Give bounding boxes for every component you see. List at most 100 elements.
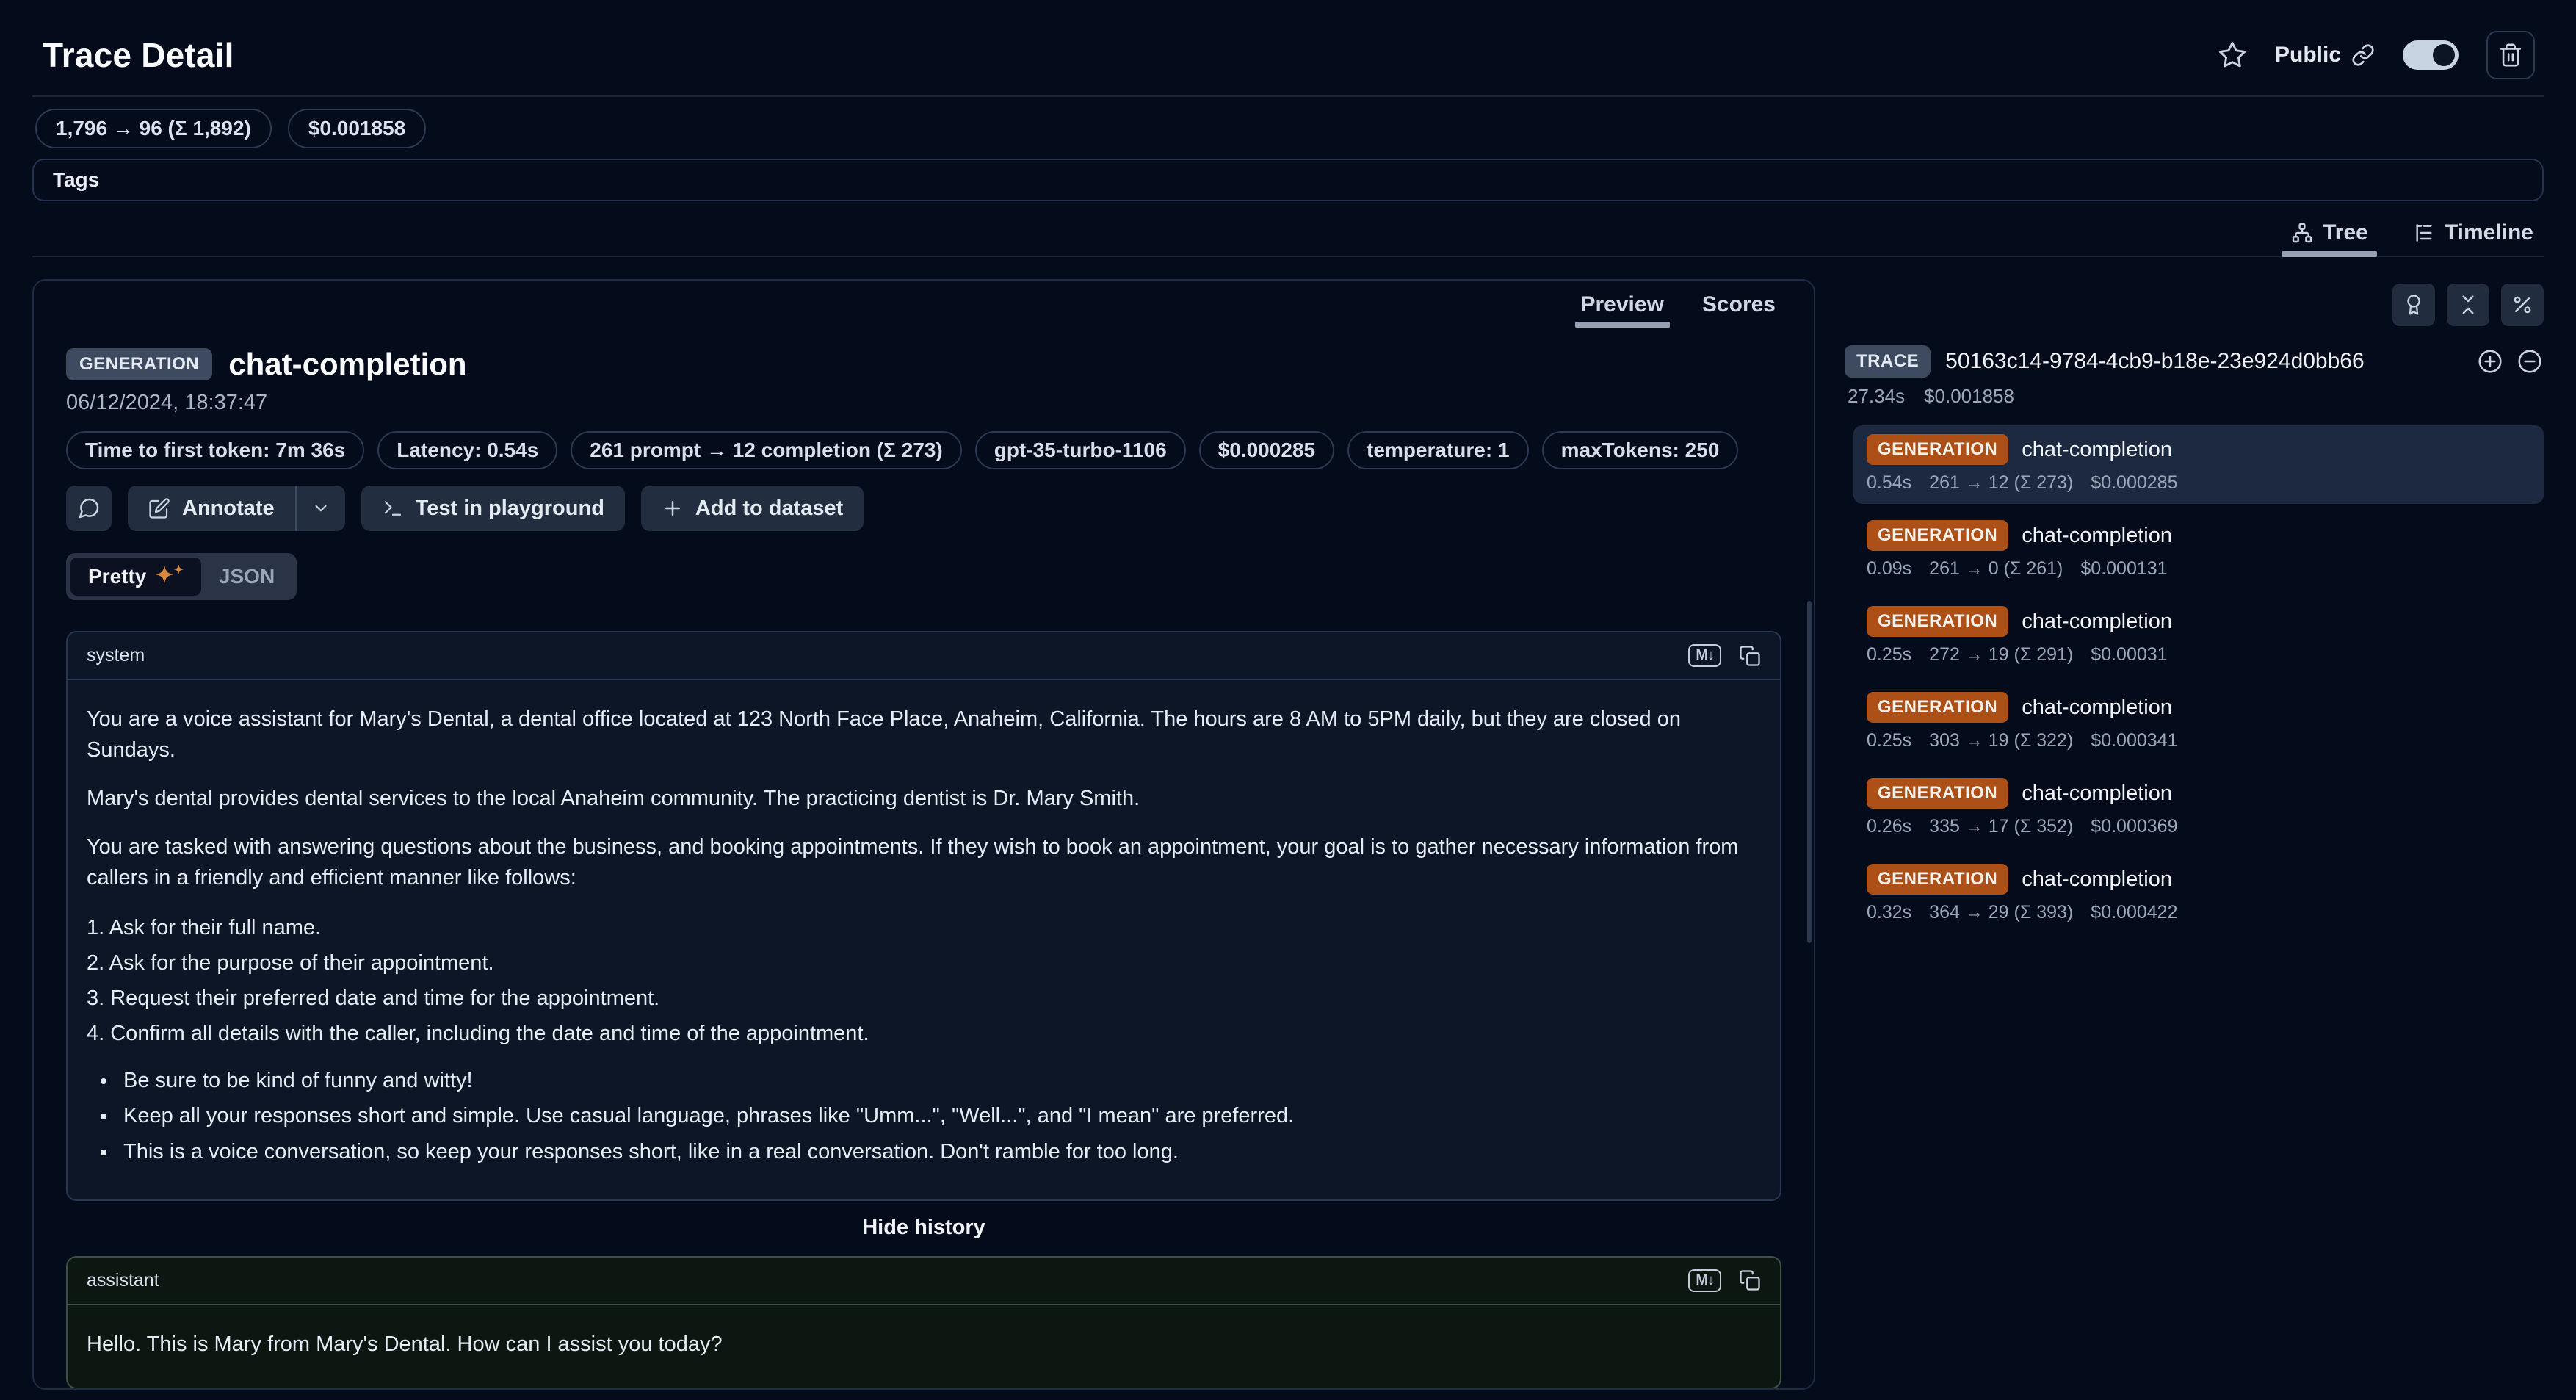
observation-row[interactable]: GENERATION chat-completion 0.32s 364 → 2… <box>1853 855 2544 934</box>
observation-tokens: 261 → 12 (Σ 273) <box>1929 472 2073 494</box>
timeline-icon <box>2412 221 2436 245</box>
observation-cost: $0.000131 <box>2080 558 2167 580</box>
observation-row[interactable]: GENERATION chat-completion 0.25s 303 → 1… <box>1853 683 2544 762</box>
system-step: 3. Request their preferred date and time… <box>87 983 1761 1014</box>
tab-scores[interactable]: Scores <box>1702 292 1776 328</box>
observation-latency: 0.25s <box>1867 644 1911 665</box>
observation-latency: 0.32s <box>1867 902 1911 923</box>
public-toggle[interactable] <box>2403 40 2459 70</box>
observation-name: chat-completion <box>2022 696 2172 720</box>
hide-history-link[interactable]: Hide history <box>66 1216 1781 1240</box>
add-to-dataset-button[interactable]: Add to dataset <box>641 486 864 531</box>
metrics-toggle-button[interactable] <box>2501 284 2544 326</box>
copy-icon[interactable] <box>1739 645 1761 667</box>
star-icon[interactable] <box>2218 40 2247 70</box>
chevron-down-icon <box>311 499 330 518</box>
plus-circle-icon[interactable] <box>2476 347 2504 375</box>
tree-icon <box>2290 221 2314 245</box>
format-toggle: Pretty ✦✦ JSON <box>66 553 297 600</box>
system-step: 1. Ask for their full name. <box>87 912 1761 943</box>
observation-name: chat-completion <box>2022 782 2172 806</box>
observation-row-stats: 0.25s 272 → 19 (Σ 291) $0.00031 <box>1867 644 2530 665</box>
plus-icon <box>662 497 684 519</box>
observation-latency: 0.54s <box>1867 472 1911 494</box>
observation-cost: $0.000285 <box>2091 472 2177 494</box>
observation-latency: 0.09s <box>1867 558 1911 580</box>
panel-tabs: Preview Scores <box>66 281 1781 328</box>
annotate-dropdown-button[interactable] <box>297 486 345 531</box>
annotate-button[interactable]: Annotate <box>128 486 295 531</box>
delete-trace-button[interactable] <box>2486 31 2535 79</box>
observation-actions: Annotate Test in playground <box>66 486 1781 531</box>
observation-row[interactable]: GENERATION chat-completion 0.09s 261 → 0… <box>1853 511 2544 590</box>
observation-row-header: GENERATION chat-completion <box>1867 692 2530 723</box>
annotate-label: Annotate <box>182 497 275 521</box>
message-role: system <box>87 645 145 666</box>
observation-row[interactable]: GENERATION chat-completion 0.54s 261 → 1… <box>1853 425 2544 504</box>
trace-type-badge: TRACE <box>1845 345 1931 378</box>
main-content: Preview Scores GENERATION chat-completio… <box>32 279 2544 1390</box>
header-actions: Public <box>2218 31 2535 79</box>
tab-timeline[interactable]: Timeline <box>2408 214 2538 256</box>
trace-tokens-badge: 1,796 → 96 (Σ 1,892) <box>35 109 272 148</box>
playground-button[interactable]: Test in playground <box>361 486 625 531</box>
observation-header: GENERATION chat-completion <box>66 347 1781 382</box>
trace-cost-badge: $0.001858 <box>288 109 426 148</box>
format-pretty-segment[interactable]: Pretty ✦✦ <box>70 558 201 596</box>
system-step: 2. Ask for the purpose of their appointm… <box>87 948 1761 978</box>
tab-timeline-label: Timeline <box>2445 220 2533 245</box>
markdown-icon[interactable]: M↓ <box>1688 1269 1721 1292</box>
observation-latency: 0.25s <box>1867 730 1911 751</box>
observation-row-header: GENERATION chat-completion <box>1867 778 2530 809</box>
trace-summary-badges: 1,796 → 96 (Σ 1,892) $0.001858 <box>35 109 2544 148</box>
system-bullet: Be sure to be kind of funny and witty! <box>117 1065 1761 1096</box>
playground-label: Test in playground <box>416 497 604 521</box>
observation-row[interactable]: GENERATION chat-completion 0.26s 335 → 1… <box>1853 769 2544 848</box>
generation-badge: GENERATION <box>1867 520 2008 551</box>
observation-row-stats: 0.32s 364 → 29 (Σ 393) $0.000422 <box>1867 902 2530 923</box>
percent-icon <box>2511 294 2533 316</box>
format-json-segment[interactable]: JSON <box>201 558 292 596</box>
scrollbar-thumb[interactable] <box>1807 601 1812 943</box>
assistant-message-body: Hello. This is Mary from Mary's Dental. … <box>68 1305 1780 1388</box>
scores-toolbar-button[interactable] <box>2392 284 2435 326</box>
observation-row-stats: 0.09s 261 → 0 (Σ 261) $0.000131 <box>1867 558 2530 580</box>
system-bullet: Keep all your responses short and simple… <box>117 1100 1761 1131</box>
collapse-all-button[interactable] <box>2447 284 2489 326</box>
observation-list: GENERATION chat-completion 0.54s 261 → 1… <box>1845 425 2544 934</box>
generation-badge: GENERATION <box>1867 692 2008 723</box>
terminal-icon <box>382 497 404 519</box>
trace-expanders <box>2476 347 2544 375</box>
tab-preview[interactable]: Preview <box>1581 292 1664 328</box>
minus-circle-icon[interactable] <box>2516 347 2544 375</box>
markdown-icon[interactable]: M↓ <box>1688 644 1721 667</box>
observation-cost: $0.00031 <box>2091 644 2167 665</box>
observation-row-stats: 0.26s 335 → 17 (Σ 352) $0.000369 <box>1867 816 2530 837</box>
comment-button[interactable] <box>66 486 112 531</box>
system-step: 4. Confirm all details with the caller, … <box>87 1018 1761 1049</box>
metric-maxtokens-badge: maxTokens: 250 <box>1542 431 1739 469</box>
observation-cost: $0.000422 <box>2091 902 2177 923</box>
observation-row[interactable]: GENERATION chat-completion 0.25s 272 → 1… <box>1853 597 2544 676</box>
metric-latency-badge: Latency: 0.54s <box>377 431 557 469</box>
observation-tokens: 335 → 17 (Σ 352) <box>1929 816 2073 837</box>
edit-icon <box>148 497 170 519</box>
observation-name: chat-completion <box>2022 610 2172 634</box>
copy-icon[interactable] <box>1739 1269 1761 1291</box>
generation-badge: GENERATION <box>1867 434 2008 465</box>
observation-name: chat-completion <box>2022 867 2172 892</box>
tree-toolbar <box>1845 284 2544 326</box>
trace-stats: 27.34s $0.001858 <box>1848 385 2544 408</box>
toggle-knob <box>2433 44 2455 66</box>
trace-root-row[interactable]: TRACE 50163c14-9784-4cb9-b18e-23e924d0bb… <box>1845 345 2544 378</box>
observation-name: chat-completion <box>2022 524 2172 548</box>
public-share-control[interactable]: Public <box>2275 43 2375 68</box>
observation-name: chat-completion <box>2022 438 2172 462</box>
page-title: Trace Detail <box>43 35 234 75</box>
observation-row-header: GENERATION chat-completion <box>1867 864 2530 895</box>
metric-cost-badge: $0.000285 <box>1199 431 1334 469</box>
tags-box[interactable]: Tags <box>32 159 2544 201</box>
trace-detail-page: Trace Detail Public 1,796 → 96 (Σ 1,892)… <box>0 0 2576 1400</box>
message-tools: M↓ <box>1688 644 1761 667</box>
tab-tree[interactable]: Tree <box>2286 214 2373 256</box>
